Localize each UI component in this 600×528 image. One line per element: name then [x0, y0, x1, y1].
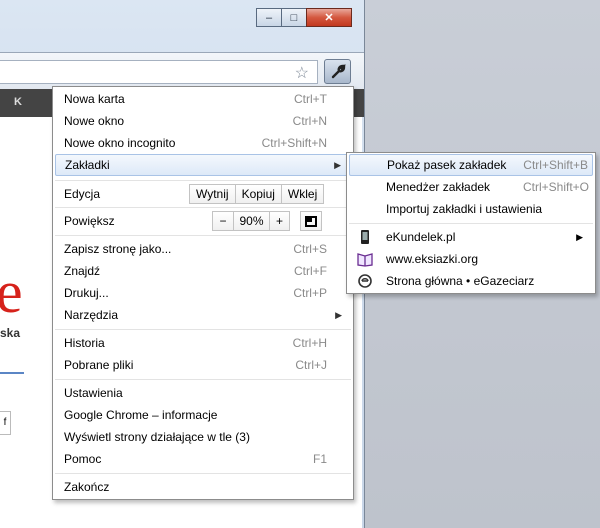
fullscreen-button[interactable] — [300, 211, 322, 231]
zoom-out-button[interactable]: − — [212, 211, 234, 231]
zoom-level: 90% — [234, 211, 270, 231]
menu-separator — [55, 180, 351, 181]
fullscreen-icon — [305, 215, 317, 227]
submenu-arrow-icon: ▶ — [576, 232, 583, 242]
bookmark-folder-ekundelek[interactable]: eKundelek.pl ▶ — [349, 226, 593, 248]
menu-item-help[interactable]: Pomoc F1 — [55, 448, 351, 470]
menu-item-label: Wyświetl strony działające w tle (3) — [64, 430, 250, 444]
menu-item-label: Drukuj... — [64, 286, 109, 300]
submenu-arrow-icon: ▶ — [334, 160, 341, 170]
zoom-controls: − 90% + — [212, 211, 290, 231]
menu-item-save-page-as[interactable]: Zapisz stronę jako... Ctrl+S — [55, 238, 351, 260]
menu-item-shortcut: Ctrl+Shift+O — [522, 180, 589, 194]
menu-item-label: Powiększ — [64, 214, 115, 228]
menu-item-label: Menedżer zakładek — [386, 180, 491, 194]
address-bar[interactable]: ☆ — [0, 60, 318, 84]
menu-item-shortcut: Ctrl+F — [294, 264, 327, 278]
page-logo-letter: e — [0, 259, 23, 325]
menu-item-label: Nowe okno incognito — [64, 136, 176, 150]
bookmark-eksiazki[interactable]: www.eksiazki.org — [349, 248, 593, 270]
menu-item-shortcut: Ctrl+N — [292, 114, 327, 128]
page-button[interactable]: f — [0, 411, 11, 435]
menu-item-new-window[interactable]: Nowe okno Ctrl+N — [55, 110, 351, 132]
copy-button[interactable]: Kopiuj — [235, 184, 282, 204]
menu-item-shortcut: Ctrl+P — [293, 286, 327, 300]
menu-item-label: Znajdź — [64, 264, 101, 278]
menu-separator — [55, 473, 351, 474]
edit-buttons: Wytnij Kopiuj Wklej — [189, 184, 325, 204]
menu-item-background-pages[interactable]: Wyświetl strony działające w tle (3) — [55, 426, 351, 448]
menu-item-shortcut: F1 — [312, 452, 327, 466]
menu-separator — [55, 207, 351, 208]
menu-item-label: Historia — [64, 336, 105, 350]
menu-item-shortcut: Ctrl+J — [295, 358, 327, 372]
maximize-button[interactable]: □ — [281, 8, 307, 27]
menu-item-about-chrome[interactable]: Google Chrome – informacje — [55, 404, 351, 426]
minimize-button[interactable]: – — [256, 8, 282, 27]
menu-item-label: Pobrane pliki — [64, 358, 134, 372]
browser-toolbar: ☆ — [0, 52, 364, 90]
menu-item-tools[interactable]: Narzędzia ▶ — [55, 304, 351, 326]
submenu-item-import-bookmarks[interactable]: Importuj zakładki i ustawienia — [349, 198, 593, 220]
menu-item-label: Zakładki — [65, 158, 110, 172]
menu-item-label: Nowa karta — [64, 92, 125, 106]
wrench-menu-button[interactable] — [324, 59, 351, 84]
wrench-icon — [331, 63, 346, 78]
menu-item-label: Edycja — [64, 187, 101, 201]
menu-item-label: Pokaż pasek zakładek — [387, 158, 507, 172]
menu-item-exit[interactable]: Zakończ — [55, 476, 351, 498]
menu-item-label: Zapisz stronę jako... — [64, 242, 172, 256]
menu-item-label: Importuj zakładki i ustawienia — [386, 202, 543, 216]
menu-item-print[interactable]: Drukuj... Ctrl+P — [55, 282, 351, 304]
book-icon — [357, 253, 373, 267]
menu-item-settings[interactable]: Ustawienia — [55, 382, 351, 404]
menu-item-label: Ustawienia — [64, 386, 123, 400]
menu-item-shortcut: Ctrl+T — [294, 92, 327, 106]
menu-item-label: Zakończ — [64, 480, 110, 494]
menu-item-label: Nowe okno — [64, 114, 125, 128]
bookmarks-submenu: Pokaż pasek zakładek Ctrl+Shift+B Menedż… — [346, 152, 596, 294]
submenu-item-bookmark-manager[interactable]: Menedżer zakładek Ctrl+Shift+O — [349, 176, 593, 198]
menu-item-bookmarks[interactable]: Zakładki ▶ — [55, 154, 351, 176]
menu-item-shortcut: Ctrl+Shift+N — [261, 136, 327, 150]
window-controls: – □ ✕ — [256, 8, 352, 28]
submenu-arrow-icon: ▶ — [335, 310, 342, 320]
zoom-in-button[interactable]: + — [270, 211, 290, 231]
close-button[interactable]: ✕ — [306, 8, 352, 27]
menu-item-history[interactable]: Historia Ctrl+H — [55, 332, 351, 354]
menu-item-new-tab[interactable]: Nowa karta Ctrl+T — [55, 88, 351, 110]
menu-item-label: Pomoc — [64, 452, 102, 466]
menu-item-label: Google Chrome – informacje — [64, 408, 218, 422]
menu-separator — [55, 329, 351, 330]
menu-separator — [55, 235, 351, 236]
menu-item-label: www.eksiazki.org — [386, 252, 479, 266]
menu-separator — [55, 379, 351, 380]
chrome-main-menu: Nowa karta Ctrl+T Nowe okno Ctrl+N Nowe … — [52, 86, 354, 500]
paste-button[interactable]: Wklej — [281, 184, 325, 204]
page-divider — [0, 372, 24, 374]
menu-item-downloads[interactable]: Pobrane pliki Ctrl+J — [55, 354, 351, 376]
menu-separator — [349, 223, 593, 224]
egazeciarz-icon — [358, 274, 372, 288]
menu-item-label: Narzędzia — [64, 308, 119, 322]
star-icon[interactable]: ☆ — [295, 63, 309, 83]
menu-item-find[interactable]: Znajdź Ctrl+F — [55, 260, 351, 282]
menu-item-label: Strona główna • eGazeciarz — [386, 274, 535, 288]
menu-item-shortcut: Ctrl+H — [292, 336, 327, 350]
header-strip-text: K — [14, 96, 22, 108]
menu-item-shortcut: Ctrl+S — [293, 242, 327, 256]
menu-item-new-incognito-window[interactable]: Nowe okno incognito Ctrl+Shift+N — [55, 132, 351, 154]
page-text-fragment: ska — [0, 326, 21, 340]
bookmark-egazeciarz[interactable]: Strona główna • eGazeciarz — [349, 270, 593, 292]
menu-item-label: eKundelek.pl — [386, 230, 456, 244]
submenu-item-show-bookmarks-bar[interactable]: Pokaż pasek zakładek Ctrl+Shift+B — [349, 154, 593, 176]
device-icon — [361, 230, 369, 244]
menu-item-shortcut: Ctrl+Shift+B — [523, 158, 588, 172]
cut-button[interactable]: Wytnij — [189, 184, 236, 204]
